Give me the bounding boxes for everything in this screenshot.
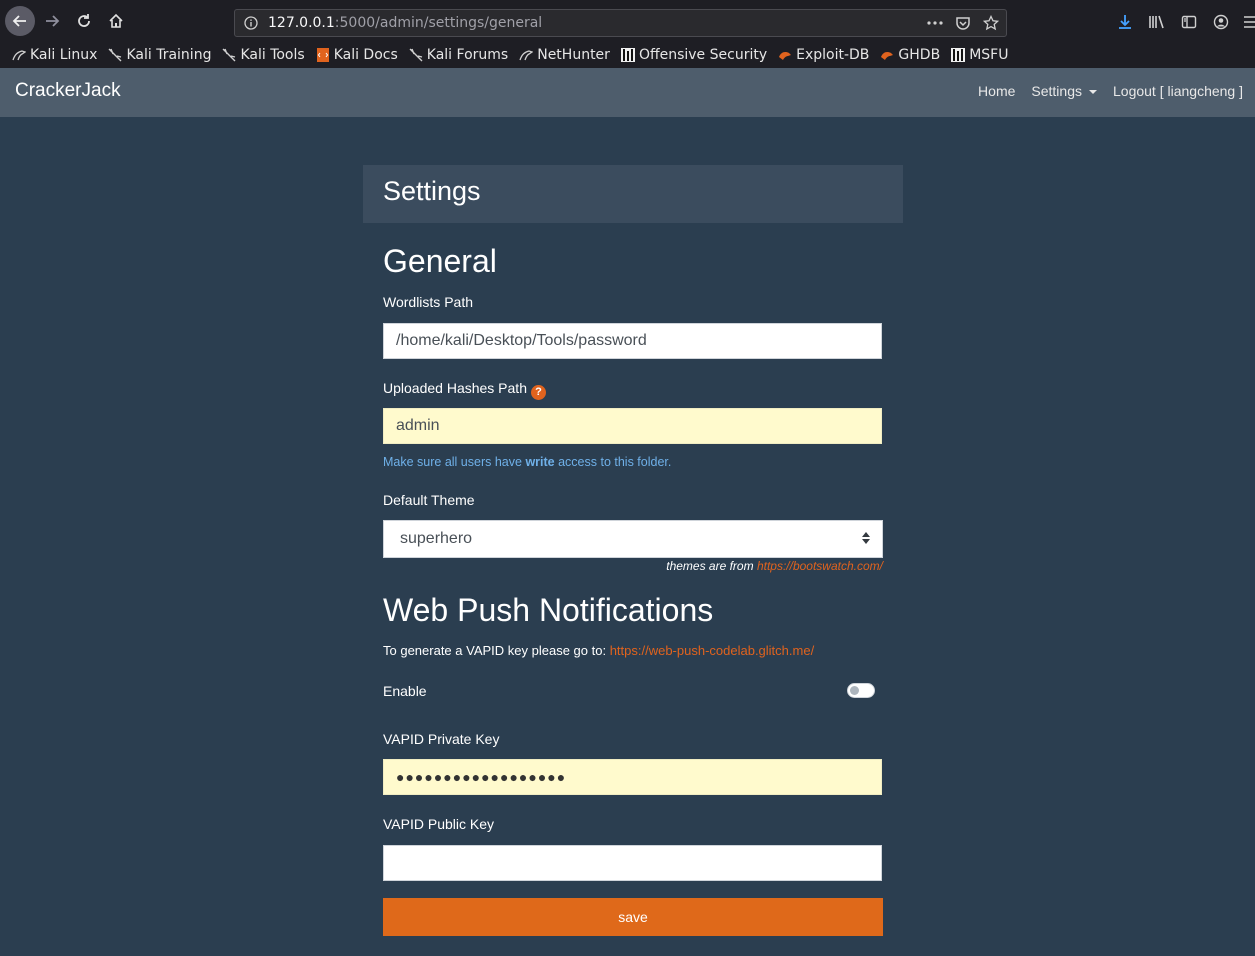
page-title: Settings <box>383 176 481 206</box>
url-host: 127.0.0.1 <box>268 15 335 31</box>
bookmark-star-icon[interactable] <box>982 14 1000 32</box>
app-navbar: CrackerJack Home Settings Logout [ liang… <box>0 68 1255 117</box>
bookmark-kali-forums[interactable]: Kali Forums <box>409 47 508 63</box>
bootswatch-link[interactable]: https://bootswatch.com/ <box>757 559 883 573</box>
forward-icon[interactable] <box>38 7 66 35</box>
kali-dragon-icon <box>108 48 122 62</box>
nav-logout-link[interactable]: Logout [ liangcheng ] <box>1113 83 1243 99</box>
web-push-heading: Web Push Notifications <box>383 592 714 628</box>
enable-push-toggle[interactable] <box>847 683 875 698</box>
vapid-note-text: To generate a VAPID key please go to: <box>383 643 610 658</box>
vapid-generator-link[interactable]: https://web-push-codelab.glitch.me/ <box>610 643 815 658</box>
bookmark-msfu[interactable]: MSFU <box>951 47 1008 63</box>
bookmarks-bar: Kali Linux Kali Training Kali Tools Kali… <box>0 42 1255 68</box>
bookmark-kali-linux[interactable]: Kali Linux <box>12 47 97 63</box>
hashes-path-label: Uploaded Hashes Path? <box>383 380 546 400</box>
url-text: 127.0.0.1:5000/admin/settings/general <box>268 15 542 31</box>
theme-note-text: themes are from <box>666 559 757 573</box>
browser-toolbar: 127.0.0.1:5000/admin/settings/general <box>0 0 1255 42</box>
bookmark-label: Kali Tools <box>240 47 305 63</box>
bookmark-nethunter[interactable]: NetHunter <box>519 47 610 63</box>
exploit-db-icon <box>778 48 792 62</box>
private-key-input[interactable]: ●●●●●●●●●●●●●●●●●● <box>383 759 882 795</box>
ghdb-icon <box>880 48 894 62</box>
private-key-value: ●●●●●●●●●●●●●●●●●● <box>396 769 567 785</box>
back-icon[interactable] <box>5 6 35 36</box>
kali-dragon-icon <box>409 48 423 62</box>
sidebar-icon[interactable] <box>1179 12 1199 32</box>
account-icon[interactable] <box>1211 12 1231 32</box>
bookmark-kali-training[interactable]: Kali Training <box>108 47 211 63</box>
bookmark-label: Kali Training <box>126 47 212 63</box>
vapid-note: To generate a VAPID key please go to: ht… <box>383 643 814 658</box>
hashes-path-value: admin <box>396 417 440 434</box>
help-text-bold: write <box>525 455 555 469</box>
home-icon[interactable] <box>102 7 130 35</box>
library-icon[interactable] <box>1147 12 1167 32</box>
menu-icon[interactable] <box>1240 12 1255 32</box>
nav-settings-dropdown[interactable]: Settings <box>1031 83 1097 99</box>
kali-dragon-icon <box>222 48 236 62</box>
question-icon[interactable]: ? <box>531 384 546 400</box>
enable-label: Enable <box>383 683 427 699</box>
bookmark-exploit-db[interactable]: Exploit-DB <box>778 47 869 63</box>
kali-docs-icon <box>316 48 330 62</box>
bookmark-offensive-security[interactable]: Offensive Security <box>620 47 768 63</box>
pocket-icon[interactable] <box>954 14 972 32</box>
nav-links: Home Settings Logout [ liangcheng ] <box>962 83 1243 99</box>
bookmark-label: Kali Linux <box>30 47 98 63</box>
bookmark-label: GHDB <box>898 47 941 63</box>
caret-down-icon <box>1089 90 1097 95</box>
theme-select[interactable]: superhero <box>383 520 883 558</box>
download-icon[interactable] <box>1115 12 1135 32</box>
hashes-label-text: Uploaded Hashes Path <box>383 380 527 396</box>
reload-icon[interactable] <box>70 7 98 35</box>
theme-source-note: themes are from https://bootswatch.com/ <box>666 559 883 573</box>
offsec-icon <box>620 48 635 62</box>
private-key-label: VAPID Private Key <box>383 731 500 747</box>
brand-link[interactable]: CrackerJack <box>15 80 121 102</box>
help-text-post: access to this folder. <box>554 455 672 469</box>
kali-dragon-icon <box>12 48 26 62</box>
theme-label: Default Theme <box>383 492 475 508</box>
help-text-pre: Make sure all users have <box>383 455 526 469</box>
bookmark-label: MSFU <box>969 47 1009 63</box>
nav-home-link[interactable]: Home <box>978 83 1015 99</box>
page-actions-icon[interactable] <box>926 14 944 32</box>
wordlists-path-input[interactable]: /home/kali/Desktop/Tools/password <box>383 323 882 359</box>
public-key-label: VAPID Public Key <box>383 816 495 832</box>
hashes-path-help: Make sure all users have write access to… <box>383 455 671 469</box>
kali-dragon-icon <box>519 48 534 62</box>
bookmark-label: Offensive Security <box>638 47 768 63</box>
save-button[interactable]: save <box>383 898 883 936</box>
bookmark-label: Exploit-DB <box>796 47 870 63</box>
bookmark-label: Kali Forums <box>426 47 509 63</box>
select-arrows-icon <box>862 532 870 544</box>
info-icon[interactable] <box>243 15 259 31</box>
theme-select-value: superhero <box>400 530 473 547</box>
url-path: :5000/admin/settings/general <box>334 15 543 31</box>
public-key-input[interactable] <box>383 845 882 881</box>
wordlists-path-value: /home/kali/Desktop/Tools/password <box>396 332 647 349</box>
toggle-knob <box>850 686 859 695</box>
bookmark-ghdb[interactable]: GHDB <box>880 47 940 63</box>
bookmark-label: Kali Docs <box>333 47 398 63</box>
general-heading: General <box>383 243 497 279</box>
bookmark-kali-docs[interactable]: Kali Docs <box>316 47 398 63</box>
hashes-path-input[interactable]: admin <box>383 408 882 444</box>
nav-settings-label: Settings <box>1031 83 1082 99</box>
offsec-icon <box>951 48 966 62</box>
bookmark-label: NetHunter <box>537 47 610 63</box>
url-bar[interactable]: 127.0.0.1:5000/admin/settings/general <box>234 9 1007 37</box>
wordlists-label: Wordlists Path <box>383 294 473 310</box>
bookmark-kali-tools[interactable]: Kali Tools <box>222 47 305 63</box>
settings-card-header: Settings <box>363 165 903 223</box>
